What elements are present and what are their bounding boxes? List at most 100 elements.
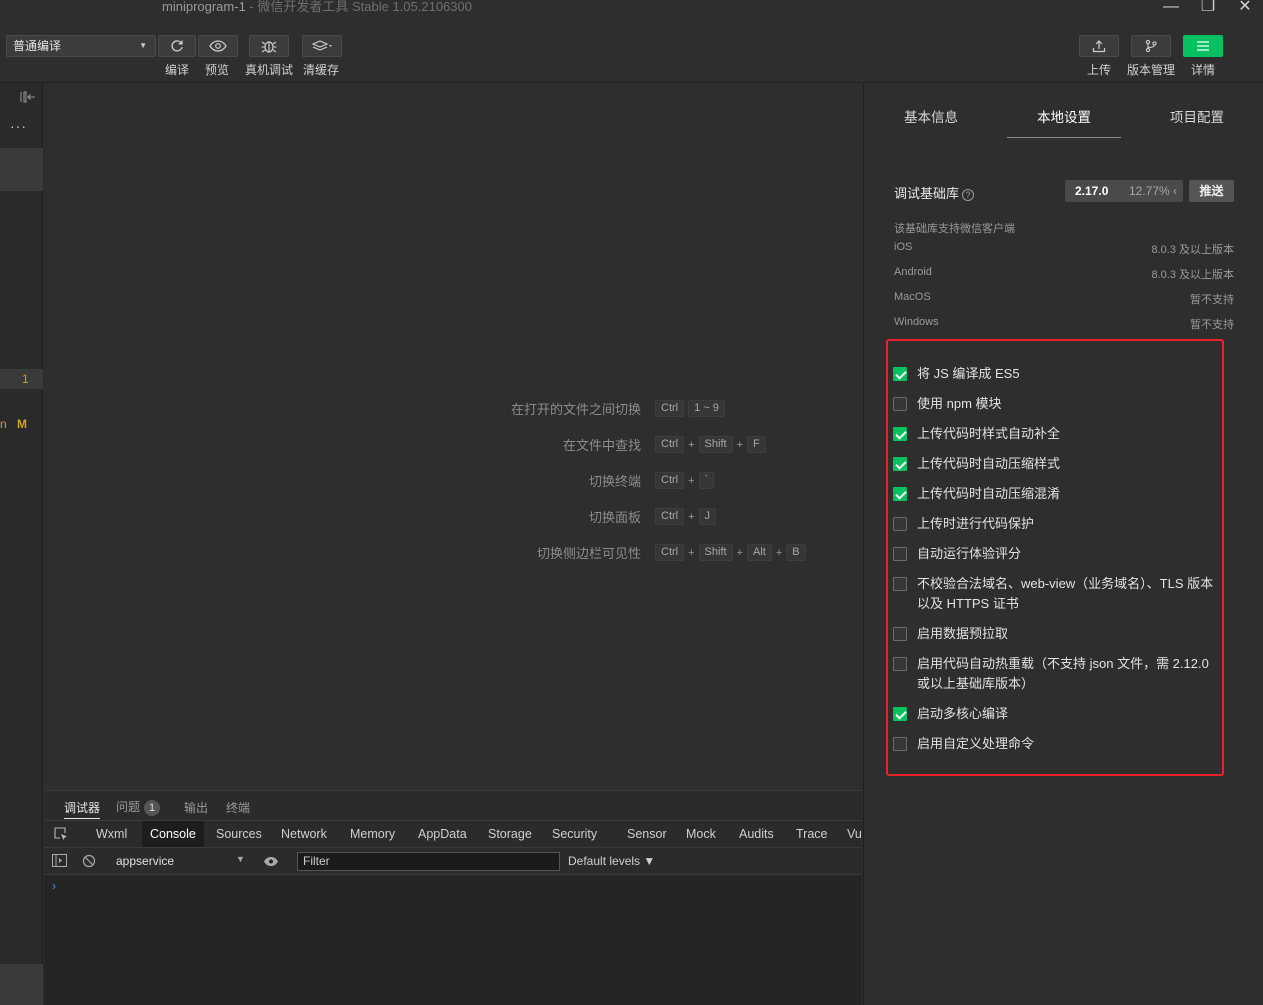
hint-find-in-file-keys: Ctrl + Shift + F xyxy=(655,436,766,453)
tab-debugger[interactable]: 调试器 xyxy=(64,799,101,819)
issues-count-badge: 1 xyxy=(144,800,161,816)
checkbox[interactable] xyxy=(893,517,907,531)
hint-toggle-sidebar-keys: Ctrl + Shift + Alt + B xyxy=(655,544,806,561)
layers-icon xyxy=(311,40,332,51)
checkbox[interactable] xyxy=(893,737,907,751)
remote-debug-label: 真机调试 xyxy=(245,63,294,77)
upload-button[interactable] xyxy=(1079,35,1119,57)
inspect-element-icon[interactable] xyxy=(54,827,69,845)
tab-sensor[interactable]: Sensor xyxy=(627,821,667,847)
refresh-icon xyxy=(171,40,183,52)
base-library-version-select[interactable]: 2.17.0 12.77% ‹ xyxy=(1065,180,1183,202)
base-library-usage-percent: 12.77% ‹ xyxy=(1129,184,1178,198)
title-bar: miniprogram-1 - 微信开发者工具 Stable 1.05.2106… xyxy=(0,0,1263,28)
key-backtick: ` xyxy=(698,472,715,489)
modified-badge: M xyxy=(17,417,27,431)
option-label: 上传代码时自动压缩样式 xyxy=(917,456,1061,471)
help-icon[interactable]: ? xyxy=(962,188,975,201)
push-button[interactable]: 推送 xyxy=(1189,180,1234,202)
checkbox[interactable] xyxy=(893,577,907,591)
os-name: Windows xyxy=(894,316,939,328)
console-prompt[interactable]: › xyxy=(52,879,56,893)
checkbox[interactable] xyxy=(893,457,907,471)
clear-cache-button[interactable] xyxy=(302,35,342,57)
option-label: 启用代码自动热重载（不支持 json 文件，需 2.12.0 或以上基础库版本） xyxy=(917,656,1209,691)
checkbox[interactable] xyxy=(893,547,907,561)
support-row-ios: iOS 8.0.3 及以上版本 xyxy=(894,241,1234,256)
tab-storage[interactable]: Storage xyxy=(488,821,532,847)
tab-issues-label: 问题 xyxy=(116,800,141,814)
compile-button[interactable] xyxy=(158,35,196,57)
tab-security[interactable]: Security xyxy=(552,821,597,847)
checkbox[interactable] xyxy=(893,627,907,641)
checkbox[interactable] xyxy=(893,367,907,381)
tab-project-config[interactable]: 项目配置 xyxy=(1170,106,1224,126)
compile-mode-select[interactable]: 普通编译 ▼ xyxy=(6,35,156,57)
tab-local-settings[interactable]: 本地设置 xyxy=(1037,106,1091,126)
bottom-block xyxy=(0,964,43,1005)
clear-console-icon[interactable] xyxy=(82,854,96,871)
close-button[interactable]: ✕ xyxy=(1231,0,1259,16)
log-levels-select[interactable]: Default levels ▼ xyxy=(568,854,655,868)
hint-toggle-panel-keys: Ctrl + J xyxy=(655,508,717,525)
tab-issues[interactable]: 问题 1 xyxy=(116,798,161,816)
option-label: 上传时进行代码保护 xyxy=(917,516,1035,531)
checkbox[interactable] xyxy=(893,657,907,671)
tab-trace[interactable]: Trace xyxy=(796,821,828,847)
os-version: 暂不支持 xyxy=(1190,319,1234,331)
tab-audits[interactable]: Audits xyxy=(739,821,774,847)
key-ctrl: Ctrl xyxy=(655,400,685,417)
checkbox[interactable] xyxy=(893,707,907,721)
eye-icon[interactable] xyxy=(263,856,279,870)
support-row-android: Android 8.0.3 及以上版本 xyxy=(894,266,1234,281)
filter-input[interactable]: Filter xyxy=(297,852,560,871)
line-number: 1 xyxy=(22,372,29,386)
collapse-sidebar-icon[interactable] xyxy=(20,90,36,107)
key-shift: Shift xyxy=(698,544,733,561)
tab-mock[interactable]: Mock xyxy=(686,821,716,847)
base-library-version: 2.17.0 xyxy=(1075,184,1109,198)
key-ctrl: Ctrl xyxy=(655,472,685,489)
key-b: B xyxy=(786,544,806,561)
preview-button[interactable] xyxy=(198,35,238,57)
details-button[interactable] xyxy=(1183,35,1223,57)
truncated-filename: n xyxy=(0,417,7,431)
sidebar-toggle-icon[interactable] xyxy=(52,854,67,870)
app-version: - 微信开发者工具 Stable 1.05.2106300 xyxy=(245,0,472,14)
tab-memory[interactable]: Memory xyxy=(350,821,395,847)
context-select[interactable]: appservice xyxy=(116,854,174,868)
key-1-9: 1 ~ 9 xyxy=(688,400,725,417)
tab-appdata[interactable]: AppData xyxy=(418,821,467,847)
minimize-button[interactable]: — xyxy=(1157,0,1185,16)
details-label: 详情 xyxy=(1191,63,1216,77)
hint-switch-files-keys: Ctrl 1 ~ 9 xyxy=(655,400,725,417)
version-management-button[interactable] xyxy=(1131,35,1171,57)
option-label: 上传代码时样式自动补全 xyxy=(917,426,1061,441)
checkbox[interactable] xyxy=(893,487,907,501)
tab-wxml[interactable]: Wxml xyxy=(96,821,127,847)
tab-output[interactable]: 输出 xyxy=(184,799,208,816)
remote-debug-button[interactable] xyxy=(249,35,289,57)
compile-label: 编译 xyxy=(165,63,190,77)
maximize-button[interactable]: ❐ xyxy=(1194,0,1222,16)
eye-icon xyxy=(209,40,227,52)
hint-toggle-panel: 切换面板 xyxy=(588,510,641,525)
option-label: 使用 npm 模块 xyxy=(917,396,1002,411)
upload-icon xyxy=(1092,40,1106,53)
tab-vulnerability[interactable]: Vu xyxy=(847,821,862,847)
tab-basic-info[interactable]: 基本信息 xyxy=(904,106,958,126)
tab-terminal[interactable]: 终端 xyxy=(226,799,250,816)
tab-console[interactable]: Console xyxy=(142,821,204,847)
tab-network[interactable]: Network xyxy=(281,821,327,847)
key-ctrl: Ctrl xyxy=(655,544,685,561)
checkbox[interactable] xyxy=(893,397,907,411)
support-title: 该基础库支持微信客户端 xyxy=(894,223,1015,235)
tab-sources[interactable]: Sources xyxy=(216,821,262,847)
option-label: 自动运行体验评分 xyxy=(917,546,1022,561)
os-name: iOS xyxy=(894,241,913,253)
file-row-highlight xyxy=(0,148,43,191)
checkbox[interactable] xyxy=(893,427,907,441)
chevron-down-icon: ▼ xyxy=(139,41,147,50)
os-version: 暂不支持 xyxy=(1190,294,1234,306)
more-icon[interactable]: ··· xyxy=(10,118,27,134)
